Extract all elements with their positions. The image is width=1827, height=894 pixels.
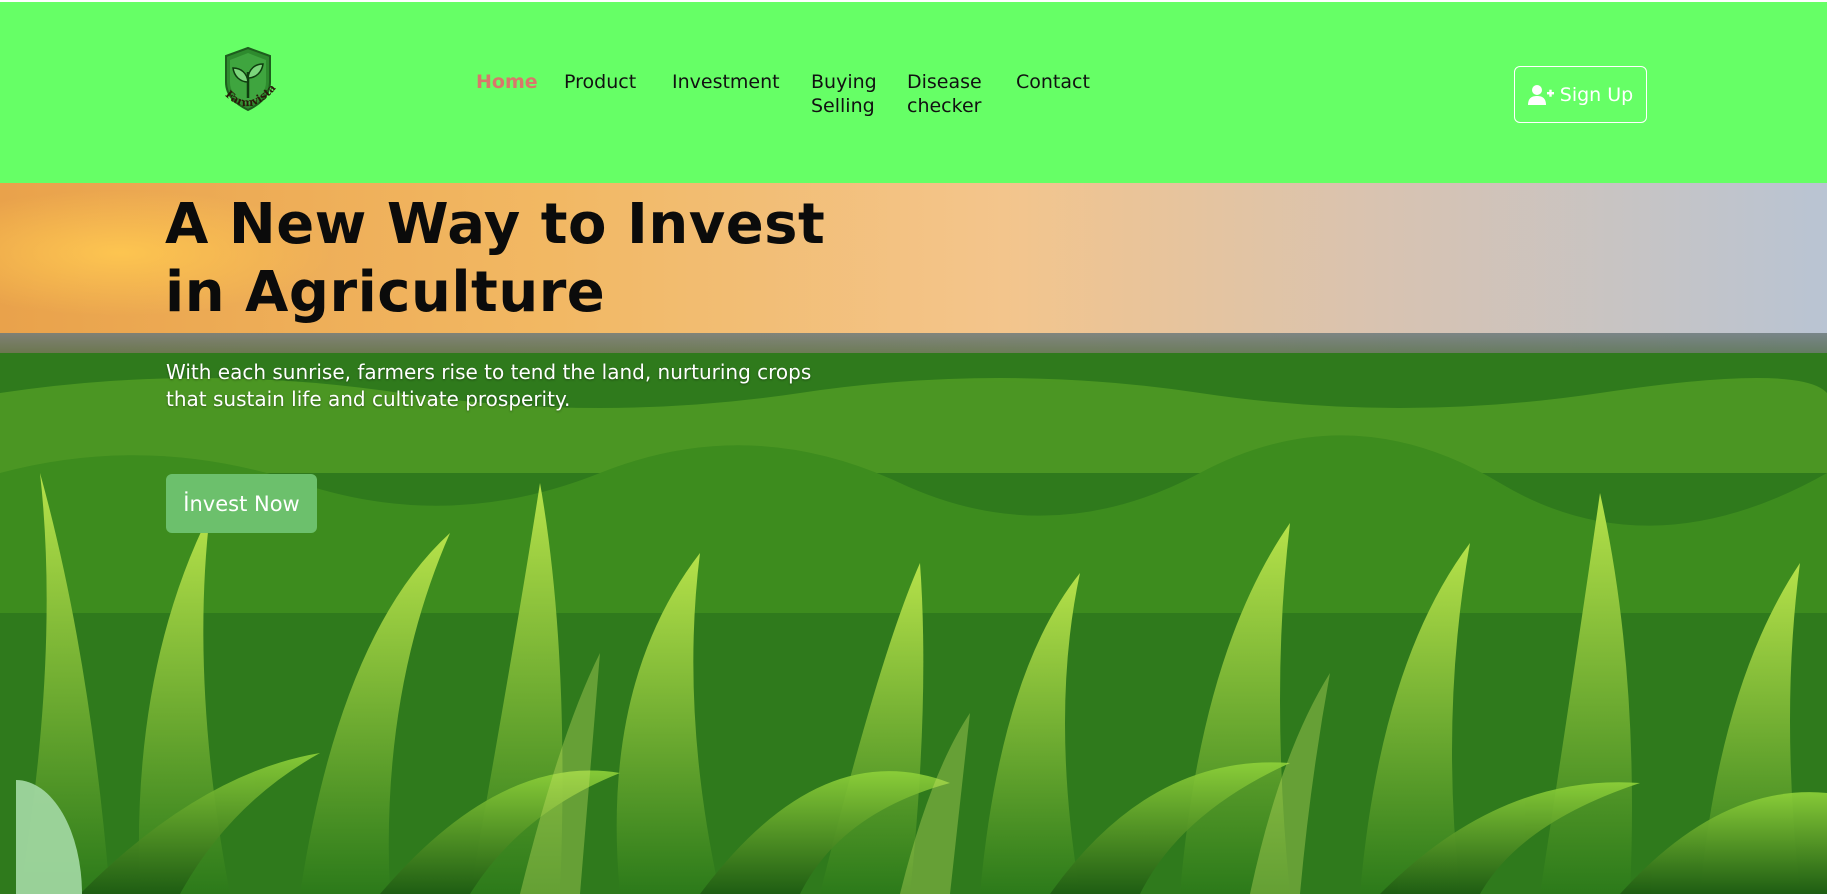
nav-buying-selling[interactable]: Buying Selling	[811, 70, 907, 118]
brand-logo[interactable]: Farmvista	[212, 46, 284, 118]
navbar: Farmvista Home Product Investment Buying…	[0, 2, 1827, 183]
nav-investment[interactable]: Investment	[672, 70, 811, 94]
hero-subtitle: With each sunrise, farmers rise to tend …	[166, 360, 812, 411]
nav-disease-checker[interactable]: Disease checker	[907, 70, 1016, 118]
main-nav: Home Product Investment Buying Selling D…	[476, 70, 1106, 118]
user-plus-icon	[1527, 84, 1554, 105]
nav-product[interactable]: Product	[564, 70, 672, 94]
sign-up-label: Sign Up	[1559, 83, 1634, 106]
leaf-shield-icon: Farmvista	[223, 46, 278, 112]
nav-contact[interactable]: Contact	[1016, 70, 1106, 94]
sign-up-button[interactable]: Sign Up	[1514, 66, 1647, 123]
hero-section: A New Way to Invest in Agriculture With …	[0, 183, 1827, 894]
invest-now-button[interactable]: İnvest Now	[166, 474, 317, 533]
nav-home[interactable]: Home	[476, 70, 564, 94]
cornfield-image	[0, 353, 1827, 894]
hero-title: A New Way to Invest in Agriculture	[165, 192, 826, 325]
